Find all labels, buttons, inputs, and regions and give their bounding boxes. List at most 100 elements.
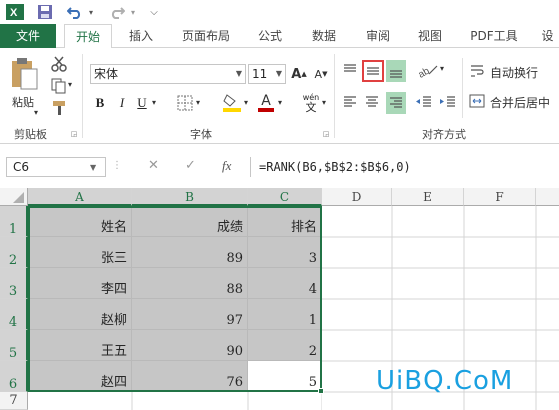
table-cell[interactable]: 成绩	[132, 206, 248, 237]
select-all-button[interactable]	[0, 188, 28, 206]
table-cell[interactable]: 李四	[28, 268, 132, 299]
column-header-g[interactable]	[536, 188, 559, 206]
increase-indent-icon[interactable]	[438, 92, 458, 112]
save-icon[interactable]	[36, 3, 54, 21]
table-cell[interactable]: 97	[132, 299, 248, 330]
clipboard-launcher-icon[interactable]: ◲	[70, 130, 78, 138]
paste-dropdown-icon[interactable]: ▾	[34, 108, 38, 117]
fill-color-icon[interactable]	[222, 92, 242, 114]
align-top-icon[interactable]	[340, 60, 360, 80]
copy-icon[interactable]	[50, 78, 68, 94]
chevron-down-icon: ▼	[235, 69, 242, 78]
tab-data[interactable]: 数据	[302, 24, 346, 48]
underline-dropdown-icon[interactable]: ▾	[152, 98, 156, 107]
cancel-icon[interactable]: ✕	[148, 158, 159, 173]
table-cell[interactable]: 张三	[28, 237, 132, 268]
tab-pdf-tools[interactable]: PDF工具	[462, 24, 526, 48]
row-header-3[interactable]: 3	[0, 268, 28, 299]
name-box-dropdown-icon[interactable]: ▼	[90, 163, 96, 172]
wrap-text-button[interactable]: 自动换行	[490, 64, 538, 81]
column-header-d[interactable]: D	[322, 188, 392, 206]
font-name-combo[interactable]: 宋体 ▼	[90, 64, 246, 84]
borders-icon[interactable]	[176, 94, 194, 112]
column-header-e[interactable]: E	[392, 188, 464, 206]
formula-input[interactable]: =RANK(B6,$B$2:$B$6,0)	[250, 157, 559, 177]
merge-center-icon[interactable]	[468, 92, 486, 110]
undo-icon[interactable]	[66, 3, 84, 21]
row-header-7[interactable]: 7	[0, 392, 28, 410]
shrink-font-icon[interactable]: A ▼	[312, 64, 330, 84]
tab-home[interactable]: 开始	[64, 24, 112, 49]
underline-button[interactable]: U	[134, 94, 150, 112]
column-header-a[interactable]: A	[28, 188, 132, 206]
table-cell[interactable]: 王五	[28, 330, 132, 361]
tab-review[interactable]: 审阅	[356, 24, 400, 48]
table-cell[interactable]: 3	[248, 237, 322, 268]
table-cell[interactable]: 88	[132, 268, 248, 299]
tab-page-layout[interactable]: 页面布局	[174, 24, 238, 48]
fill-handle[interactable]	[318, 388, 324, 394]
bold-button[interactable]: B	[92, 94, 108, 112]
row-header-5[interactable]: 5	[0, 330, 28, 361]
table-cell[interactable]: 姓名	[28, 206, 132, 237]
decrease-indent-icon[interactable]	[414, 92, 434, 112]
formula-bar-grip-icon[interactable]: ⋮	[112, 160, 122, 171]
table-cell[interactable]: 2	[248, 330, 322, 361]
table-cell[interactable]: 赵柳	[28, 299, 132, 330]
undo-dropdown-icon[interactable]: ▾	[86, 3, 96, 21]
font-launcher-icon[interactable]: ◲	[322, 130, 330, 138]
column-header-c[interactable]: C	[248, 188, 322, 206]
table-cell[interactable]: 排名	[248, 206, 322, 237]
table-cell[interactable]: 76	[132, 361, 248, 392]
paste-icon[interactable]	[8, 56, 40, 92]
font-color-dropdown-icon[interactable]: ▾	[278, 98, 282, 107]
alignment-group-label: 对齐方式	[422, 128, 466, 141]
align-right-icon[interactable]	[386, 92, 406, 114]
font-name-value: 宋体	[94, 67, 119, 81]
phonetic-dropdown-icon[interactable]: ▾	[322, 98, 326, 107]
orientation-icon[interactable]: ab	[416, 60, 440, 80]
font-color-icon[interactable]: A	[256, 92, 276, 114]
row-header-6[interactable]: 6	[0, 361, 28, 392]
copy-dropdown-icon[interactable]: ▾	[68, 80, 72, 89]
align-left-icon[interactable]	[340, 92, 360, 112]
redo-icon[interactable]	[108, 3, 126, 21]
tab-file[interactable]: 文件	[0, 24, 56, 48]
clipboard-group-label: 剪贴板	[14, 128, 47, 141]
merge-center-button[interactable]: 合并后居中	[490, 94, 550, 111]
excel-logo-icon: X	[6, 3, 24, 21]
customize-toolbar-icon[interactable]: ⌵	[148, 3, 160, 21]
align-middle-icon[interactable]	[362, 60, 384, 82]
fill-color-dropdown-icon[interactable]: ▾	[244, 98, 248, 107]
tab-formulas[interactable]: 公式	[250, 24, 290, 48]
table-cell[interactable]: 4	[248, 268, 322, 299]
tab-settings[interactable]: 设	[536, 24, 559, 48]
column-header-f[interactable]: F	[464, 188, 536, 206]
format-painter-icon[interactable]	[50, 100, 68, 116]
table-cell[interactable]: 赵四	[28, 361, 132, 392]
table-cell[interactable]: 89	[132, 237, 248, 268]
cut-icon[interactable]	[50, 56, 68, 72]
row-header-2[interactable]: 2	[0, 237, 28, 268]
column-header-b[interactable]: B	[132, 188, 248, 206]
tab-view[interactable]: 视图	[408, 24, 452, 48]
italic-button[interactable]: I	[114, 94, 130, 112]
table-cell[interactable]: 90	[132, 330, 248, 361]
table-cell[interactable]: 1	[248, 299, 322, 330]
align-center-icon[interactable]	[362, 92, 382, 112]
insert-function-icon[interactable]: fx	[222, 158, 231, 174]
enter-icon[interactable]: ✓	[185, 158, 196, 173]
wrap-text-icon[interactable]	[468, 62, 486, 80]
row-header-4[interactable]: 4	[0, 299, 28, 330]
borders-dropdown-icon[interactable]: ▾	[196, 98, 200, 107]
redo-dropdown-icon[interactable]: ▾	[128, 3, 138, 21]
active-cell[interactable]: 5	[248, 361, 322, 392]
row-header-1[interactable]: 1	[0, 206, 28, 237]
grow-font-icon[interactable]: A ▲	[290, 64, 308, 84]
align-bottom-icon[interactable]	[386, 60, 406, 82]
phonetic-guide-icon[interactable]: wén 文	[300, 92, 322, 114]
orientation-dropdown-icon[interactable]: ▾	[440, 64, 444, 73]
tab-insert[interactable]: 插入	[118, 24, 164, 48]
font-size-combo[interactable]: 11 ▼	[248, 64, 286, 84]
paste-button[interactable]: 粘贴	[12, 94, 34, 110]
